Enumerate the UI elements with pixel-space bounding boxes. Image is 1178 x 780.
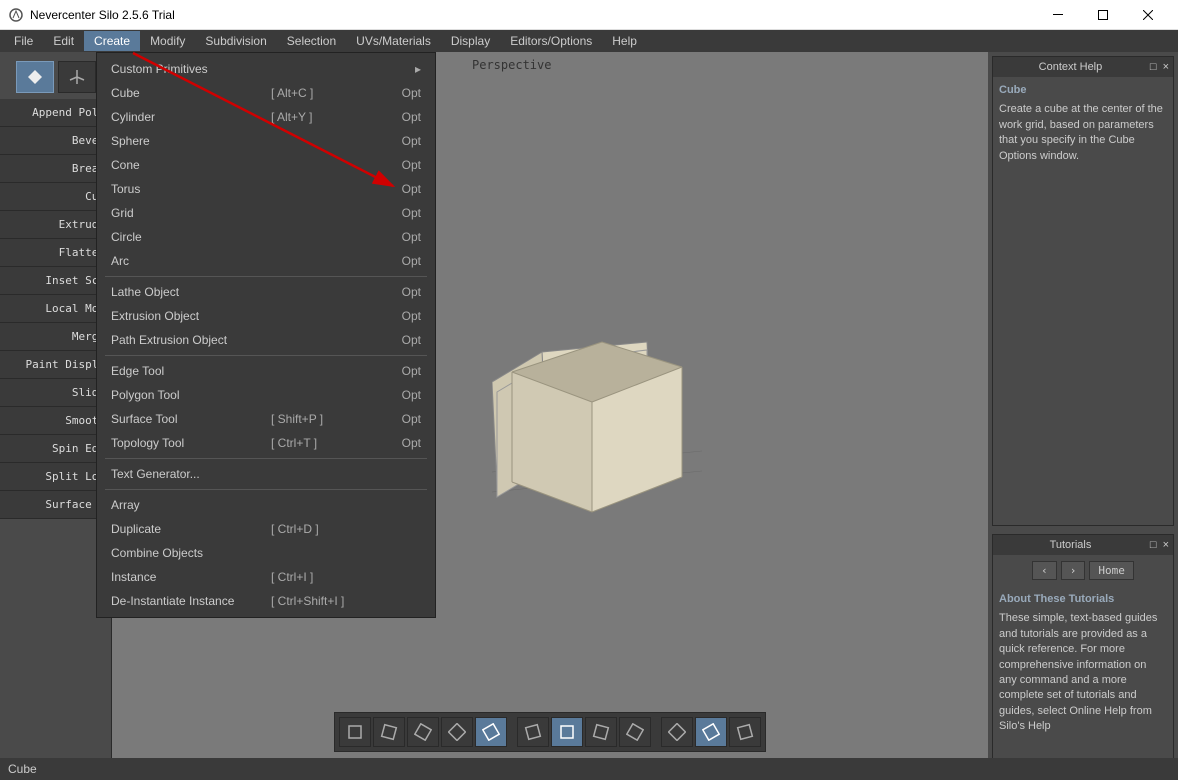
toolbar-select-icon[interactable] xyxy=(695,717,727,747)
menuitem-combine-objects[interactable]: Combine Objects xyxy=(97,541,435,565)
tool-merge[interactable]: Merge xyxy=(0,323,111,351)
menuitem-arc[interactable]: ArcOpt xyxy=(97,249,435,273)
tutorials-forward-button[interactable]: › xyxy=(1061,561,1086,580)
tutorials-home-button[interactable]: Home xyxy=(1089,561,1134,580)
mode-icon-2[interactable] xyxy=(58,61,96,93)
menuitem-extrusion-object[interactable]: Extrusion ObjectOpt xyxy=(97,304,435,328)
menuitem-lathe-object[interactable]: Lathe ObjectOpt xyxy=(97,280,435,304)
menuitem-surface-tool[interactable]: Surface Tool[ Shift+P ]Opt xyxy=(97,407,435,431)
menu-editorsoptions[interactable]: Editors/Options xyxy=(500,31,602,51)
toolbar-curve2-icon[interactable] xyxy=(729,717,761,747)
tool-append-poly[interactable]: Append Poly xyxy=(0,99,111,127)
menu-edit[interactable]: Edit xyxy=(43,31,84,51)
menuitem-array[interactable]: Array xyxy=(97,493,435,517)
toolbar-shape2-icon[interactable] xyxy=(373,717,405,747)
tool-paint-displa[interactable]: Paint Displa xyxy=(0,351,111,379)
menu-uvsmaterials[interactable]: UVs/Materials xyxy=(346,31,441,51)
menuitem-polygon-tool[interactable]: Polygon ToolOpt xyxy=(97,383,435,407)
toolbar-axis4-icon[interactable] xyxy=(619,717,651,747)
toolbar-curve1-icon[interactable] xyxy=(661,717,693,747)
statusbar: Cube xyxy=(0,758,1178,780)
statusbar-text: Cube xyxy=(8,762,37,776)
tool-smooth[interactable]: Smooth xyxy=(0,407,111,435)
menu-help[interactable]: Help xyxy=(602,31,647,51)
menu-selection[interactable]: Selection xyxy=(277,31,346,51)
menuitem-duplicate[interactable]: Duplicate[ Ctrl+D ] xyxy=(97,517,435,541)
toolbar-shape1-icon[interactable] xyxy=(339,717,371,747)
panel-close-icon[interactable]: × xyxy=(1163,539,1169,551)
tool-surface-t[interactable]: Surface T xyxy=(0,491,111,519)
context-help-body: Create a cube at the center of the work … xyxy=(999,102,1167,164)
app-icon xyxy=(8,7,24,23)
menuitem-de-instantiate-instance[interactable]: De-Instantiate Instance[ Ctrl+Shift+I ] xyxy=(97,589,435,613)
toolbar-axis1-icon[interactable] xyxy=(517,717,549,747)
close-button[interactable] xyxy=(1125,0,1170,29)
menu-subdivision[interactable]: Subdivision xyxy=(195,31,276,51)
menuitem-text-generator---[interactable]: Text Generator... xyxy=(97,462,435,486)
tool-extrude[interactable]: Extrude xyxy=(0,211,111,239)
tutorials-back-button[interactable]: ‹ xyxy=(1032,561,1057,580)
context-help-title: Context Help xyxy=(997,61,1144,73)
menuitem-torus[interactable]: TorusOpt xyxy=(97,177,435,201)
window-titlebar: Nevercenter Silo 2.5.6 Trial xyxy=(0,0,1178,30)
toolbar-axis2-icon[interactable] xyxy=(551,717,583,747)
panel-maximize-icon[interactable]: □ xyxy=(1150,61,1157,73)
tool-spin-edg[interactable]: Spin Edg xyxy=(0,435,111,463)
menuitem-custom-primitives[interactable]: Custom Primitives▸ xyxy=(97,57,435,81)
toolbar-shape3-icon[interactable] xyxy=(407,717,439,747)
menuitem-cylinder[interactable]: Cylinder[ Alt+Y ]Opt xyxy=(97,105,435,129)
menu-display[interactable]: Display xyxy=(441,31,500,51)
panel-maximize-icon[interactable]: □ xyxy=(1150,539,1157,551)
toolbar-shape4-icon[interactable] xyxy=(441,717,473,747)
menu-modify[interactable]: Modify xyxy=(140,31,195,51)
maximize-button[interactable] xyxy=(1080,0,1125,29)
viewport-label: Perspective xyxy=(472,58,551,72)
tool-slide[interactable]: Slide xyxy=(0,379,111,407)
tool-local-mov[interactable]: Local Mov xyxy=(0,295,111,323)
menuitem-cone[interactable]: ConeOpt xyxy=(97,153,435,177)
tool-break[interactable]: Break xyxy=(0,155,111,183)
menu-create[interactable]: Create xyxy=(84,31,140,51)
menuitem-instance[interactable]: Instance[ Ctrl+I ] xyxy=(97,565,435,589)
tool-split-loo[interactable]: Split Loo xyxy=(0,463,111,491)
menubar: FileEditCreateModifySubdivisionSelection… xyxy=(0,30,1178,52)
mode-icon-1[interactable] xyxy=(16,61,54,93)
menuitem-circle[interactable]: CircleOpt xyxy=(97,225,435,249)
menuitem-cube[interactable]: Cube[ Alt+C ]Opt xyxy=(97,81,435,105)
tutorials-panel: Tutorials □ × ‹ › Home About These Tutor… xyxy=(992,534,1174,776)
minimize-button[interactable] xyxy=(1035,0,1080,29)
panel-close-icon[interactable]: × xyxy=(1163,61,1169,73)
tutorials-heading: About These Tutorials xyxy=(999,592,1167,607)
tutorials-body: These simple, text-based guides and tuto… xyxy=(999,611,1167,734)
create-dropdown: Custom Primitives▸Cube[ Alt+C ]OptCylind… xyxy=(96,52,436,618)
toolbar-axis3-icon[interactable] xyxy=(585,717,617,747)
tool-inset-sca[interactable]: Inset Sca xyxy=(0,267,111,295)
toolbar-cube-icon[interactable] xyxy=(475,717,507,747)
bottom-toolbar xyxy=(334,712,766,752)
right-panels: Context Help □ × Cube Create a cube at t… xyxy=(988,52,1178,780)
menuitem-edge-tool[interactable]: Edge ToolOpt xyxy=(97,359,435,383)
tool-bevel[interactable]: Bevel xyxy=(0,127,111,155)
window-title: Nevercenter Silo 2.5.6 Trial xyxy=(30,8,1035,22)
tool-cut[interactable]: Cut xyxy=(0,183,111,211)
context-help-heading: Cube xyxy=(999,83,1167,98)
menuitem-grid[interactable]: GridOpt xyxy=(97,201,435,225)
tool-flatten[interactable]: Flatten xyxy=(0,239,111,267)
menu-file[interactable]: File xyxy=(4,31,43,51)
cube-overlay xyxy=(492,312,702,532)
tutorials-title: Tutorials xyxy=(997,539,1144,551)
menuitem-topology-tool[interactable]: Topology Tool[ Ctrl+T ]Opt xyxy=(97,431,435,455)
menuitem-sphere[interactable]: SphereOpt xyxy=(97,129,435,153)
window-controls xyxy=(1035,0,1170,29)
context-help-panel: Context Help □ × Cube Create a cube at t… xyxy=(992,56,1174,526)
menuitem-path-extrusion-object[interactable]: Path Extrusion ObjectOpt xyxy=(97,328,435,352)
